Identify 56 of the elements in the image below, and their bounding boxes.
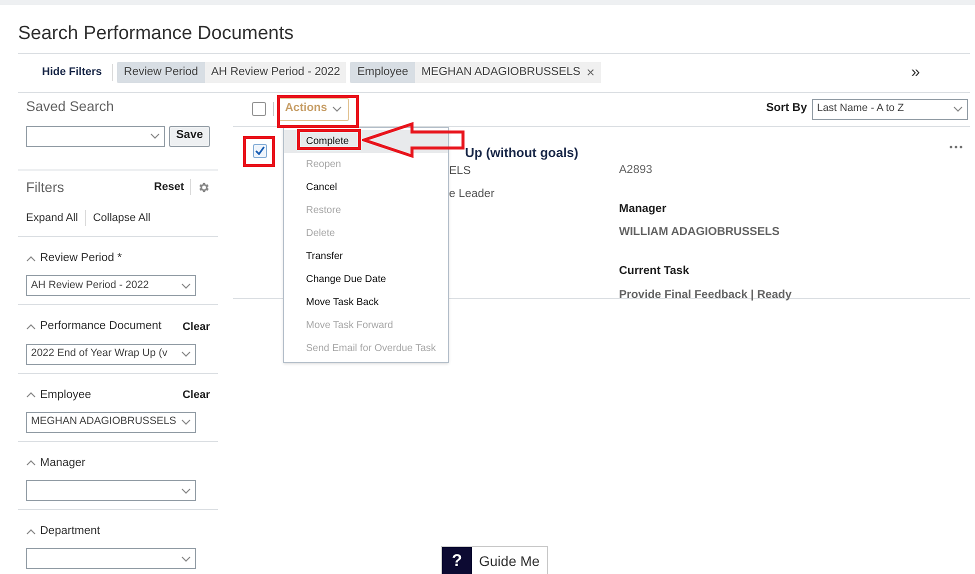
employee-id: A2893	[619, 162, 654, 178]
filter-label[interactable]: Department	[40, 523, 100, 540]
chevron-down-icon	[181, 282, 191, 289]
filter-select[interactable]: MEGHAN ADAGIOBRUSSELS	[26, 412, 196, 433]
chip-value: AH Review Period - 2022	[210, 64, 342, 80]
annotation-box	[243, 136, 275, 167]
chip-label: Employee	[350, 62, 416, 83]
filters-heading: Filters	[26, 178, 64, 196]
reset-link[interactable]: Reset	[154, 178, 191, 196]
chevron-down-icon	[150, 133, 160, 139]
clear-link[interactable]: Clear	[182, 386, 210, 404]
employee-name: ELS	[449, 164, 472, 178]
filter-label[interactable]: Manager	[40, 454, 86, 472]
checkbox[interactable]	[252, 102, 266, 116]
field-label: Manager	[619, 202, 668, 217]
save-button[interactable]: Save	[169, 126, 210, 146]
employee-role: e Leader	[449, 186, 496, 202]
chevron-down-icon	[953, 106, 963, 112]
filter-label[interactable]: Employee	[40, 386, 92, 404]
sort-label: Sort By	[766, 101, 807, 116]
menu-item[interactable]: Cancel	[284, 176, 448, 198]
filter-label[interactable]: Review Period *	[40, 250, 122, 268]
field-value: WILLIAM ADAGIOBRUSSELS	[619, 225, 781, 240]
chevron-down-icon	[181, 488, 191, 494]
hide-filters-link[interactable]: Hide Filters	[42, 64, 113, 81]
filter-label[interactable]: Performance Document	[40, 318, 162, 336]
saved-search-heading: Saved Search	[26, 96, 115, 116]
field-value: Provide Final Feedback | Ready	[619, 288, 792, 302]
chip-value: MEGHAN ADAGIOBRUSSELS	[420, 64, 582, 80]
menu-item[interactable]: Transfer	[284, 244, 448, 268]
sort-select[interactable]: Last Name - A to Z	[812, 98, 968, 120]
chevron-down-icon	[181, 556, 191, 562]
filter-select[interactable]: AH Review Period - 2022	[26, 275, 196, 296]
filter-select[interactable]	[26, 548, 196, 570]
help-icon: ?	[442, 547, 472, 574]
remove-button[interactable]: ×	[586, 62, 601, 83]
settings-icon[interactable]	[197, 180, 210, 194]
expand-all-link[interactable]: Expand All	[26, 210, 86, 226]
filter-select[interactable]	[26, 480, 196, 501]
menu-item[interactable]: Change Due Date	[284, 268, 448, 290]
chip-label: Review Period	[116, 62, 206, 83]
chevron-down-icon	[332, 106, 342, 112]
page-title: Search Performance Documents	[18, 22, 295, 46]
chevron-down-icon	[181, 419, 191, 426]
filter-select[interactable]: 2022 End of Year Wrap Up (v	[26, 344, 196, 364]
field-label: Current Task	[619, 264, 690, 280]
checkbox[interactable]	[253, 144, 267, 158]
more-options-icon[interactable]	[949, 144, 963, 148]
collapse-all-link[interactable]: Collapse All	[86, 210, 150, 226]
saved-search-select[interactable]	[26, 126, 166, 146]
guide-me-button[interactable]: ? Guide Me	[441, 546, 548, 574]
document-title[interactable]: Up (without goals)	[449, 142, 619, 160]
menu-item[interactable]: Move Task Back	[284, 290, 448, 314]
expand-button[interactable]: »	[911, 60, 920, 84]
chevron-down-icon	[181, 351, 191, 357]
clear-link[interactable]: Clear	[182, 318, 210, 336]
